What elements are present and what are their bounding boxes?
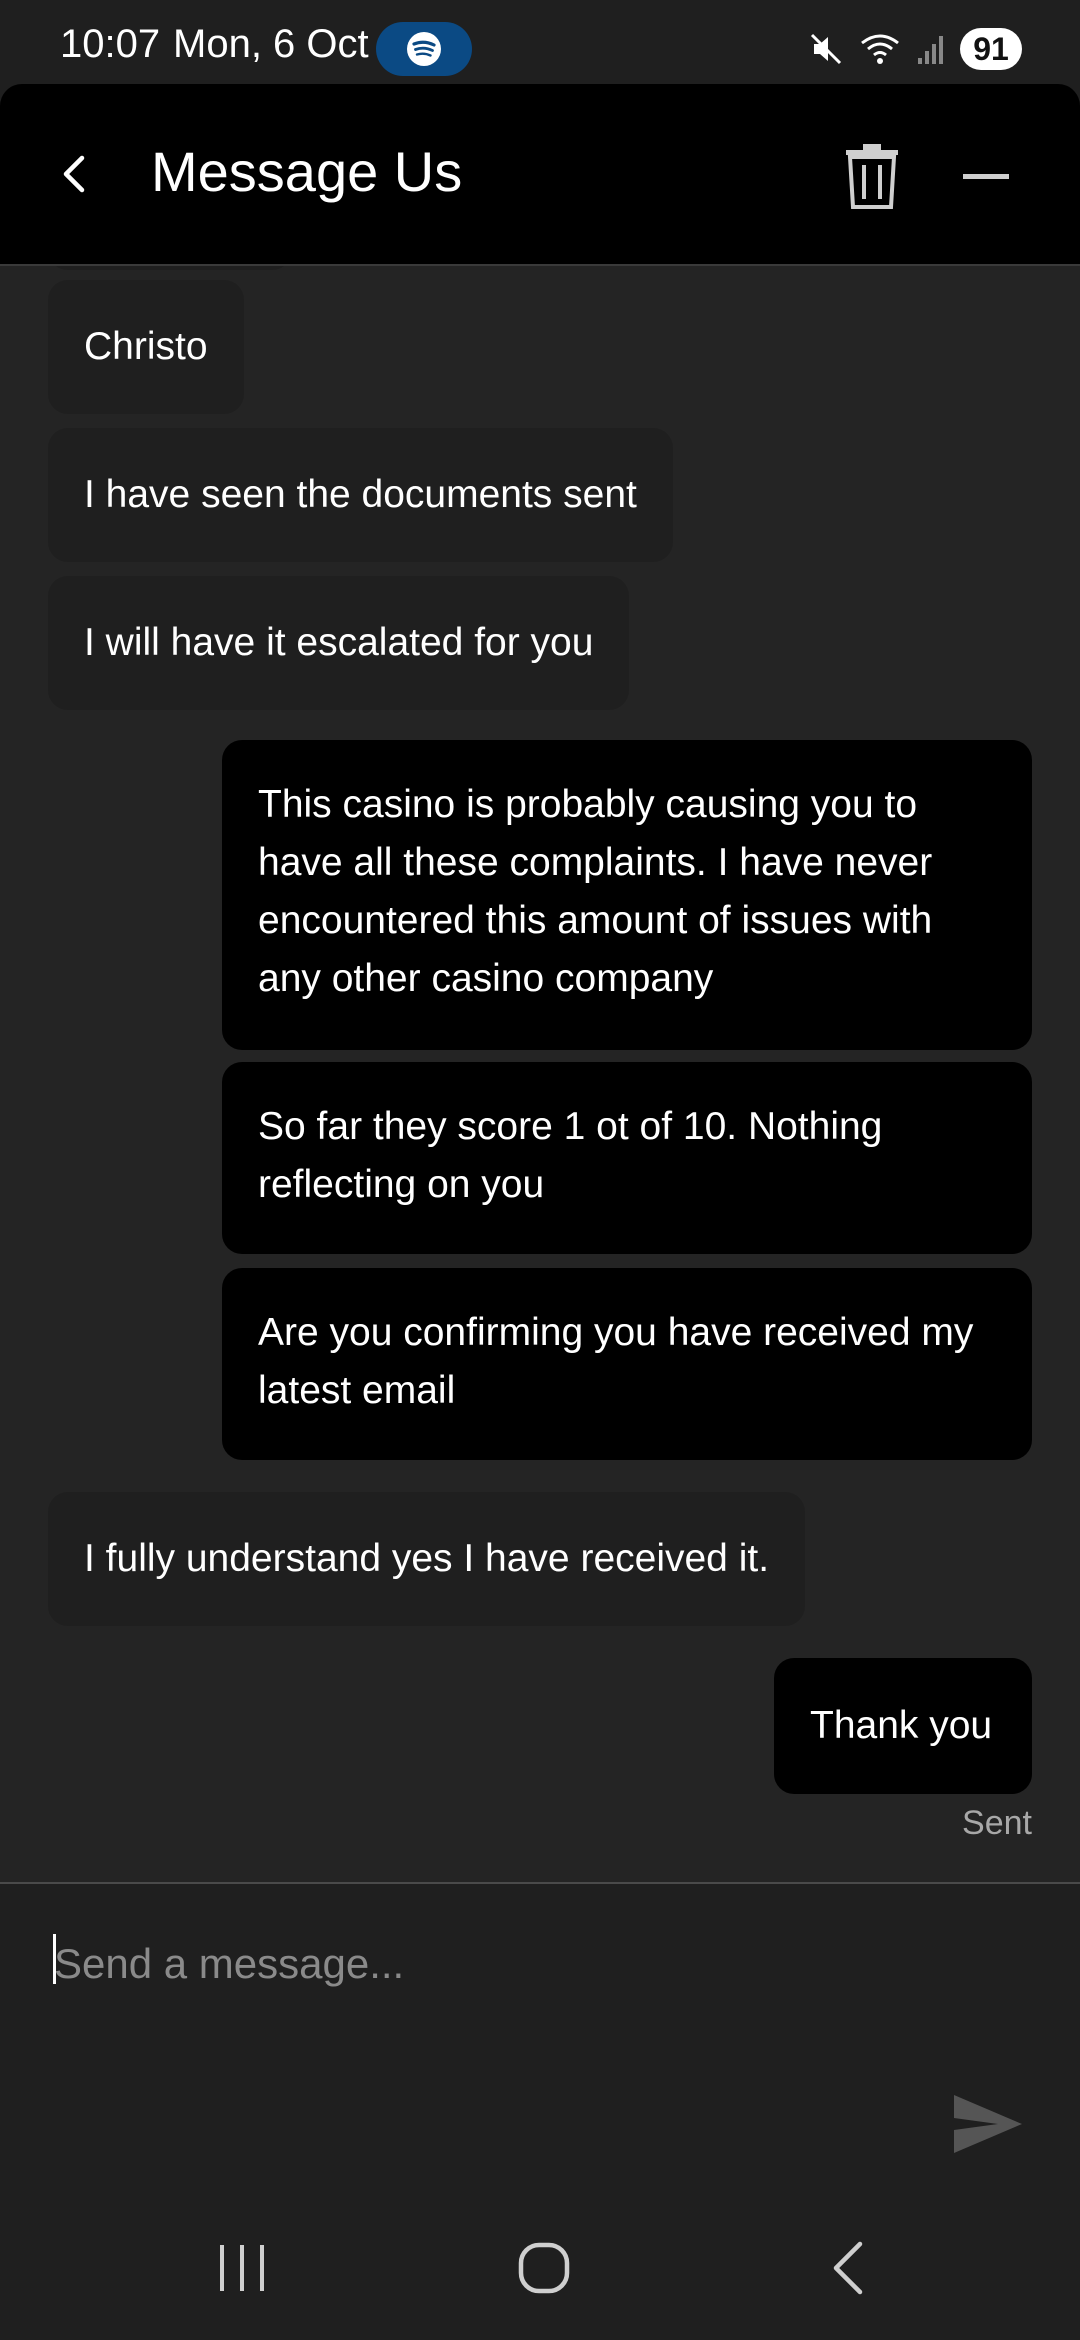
message-text: So far they score 1 ot of 10. Nothing re… [258,1105,883,1206]
minimize-button[interactable] [954,144,1018,208]
message-outgoing: So far they score 1 ot of 10. Nothing re… [222,1062,1032,1254]
back-icon [833,2241,863,2295]
message-text: I will have it escalated for you [84,621,594,664]
recents-icon [220,2245,264,2291]
status-bar: 10:07 Mon, 6 Oct 91 [0,0,1080,84]
app-header: Message Us [0,84,1080,266]
page-title: Message Us [151,140,463,203]
message-text: I have seen the documents sent [84,473,637,516]
message-incoming: Christo [48,280,244,414]
home-icon [518,2242,570,2294]
send-icon [954,2095,1022,2153]
spotify-icon [407,32,441,66]
message-text: Are you confirming you have received my … [258,1311,974,1412]
message-incoming: I fully understand yes I have received i… [48,1492,806,1626]
message-composer [0,1882,1080,2198]
back-arrow-icon [63,155,85,193]
spotify-indicator[interactable] [376,22,472,76]
recents-button[interactable] [202,2236,282,2300]
message-text: This casino is probably causing you to h… [258,783,933,1000]
message-outgoing: Thank you [774,1658,1032,1794]
system-nav-bar [0,2196,1080,2340]
message-incoming: I will have it escalated for you [48,576,630,710]
signal-icon [916,32,946,66]
message-incoming: I have seen the documents sent [48,428,673,562]
back-button[interactable] [42,142,106,206]
message-input[interactable] [54,1924,914,2004]
status-time: 10:07 [60,22,161,66]
nav-back-button[interactable] [808,2236,888,2300]
message-text: I fully understand yes I have received i… [84,1537,770,1580]
message-list[interactable]: Christo I have seen the documents sent I… [0,266,1080,1882]
battery-indicator: 91 [960,28,1022,70]
delete-conversation-button[interactable] [840,140,904,212]
message-outgoing: This casino is probably causing you to h… [222,740,1032,1050]
status-date: Mon, 6 Oct [173,22,369,66]
message-bubble-partial [48,266,292,270]
mute-icon [808,31,844,67]
wifi-icon [858,31,902,67]
message-outgoing: Are you confirming you have received my … [222,1268,1032,1460]
delivery-status: Sent [962,1804,1032,1842]
message-text: Thank you [810,1704,993,1747]
send-button[interactable] [950,2090,1026,2158]
status-icons: 91 [808,22,1022,76]
message-text: Christo [84,325,208,368]
minimize-icon [963,174,1009,179]
home-button[interactable] [504,2236,584,2300]
trash-icon [846,144,898,209]
